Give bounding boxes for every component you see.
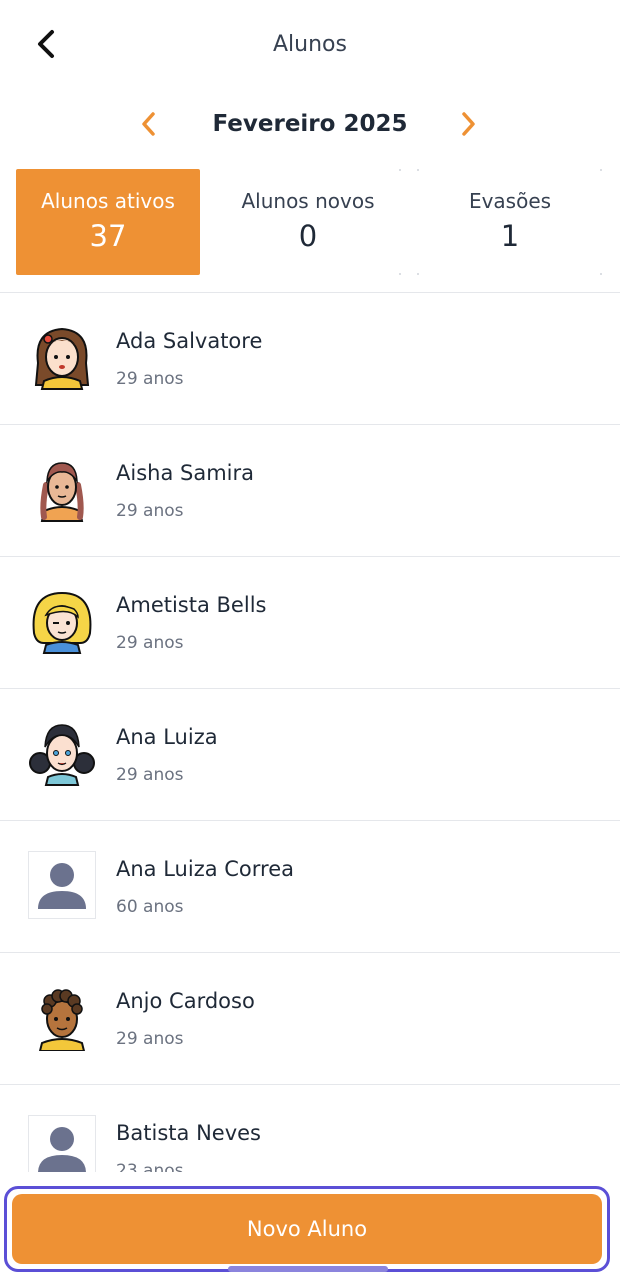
new-student-button-focus-ring: Novo Aluno [4,1186,610,1272]
student-name: Aisha Samira [116,461,254,485]
student-list[interactable]: Ada Salvatore 29 anos Aisha Samira 29 an… [0,292,620,1172]
student-name: Ana Luiza Correa [116,857,294,881]
avatar-curly-boy-icon [38,989,86,1052]
new-student-button[interactable]: Novo Aluno [12,1194,602,1264]
tab-new-students[interactable]: Alunos novos 0 [216,169,400,275]
home-indicator[interactable] [228,1266,388,1272]
divider-dot [417,273,419,275]
avatar-placeholder-icon [28,851,96,919]
student-name: Ametista Bells [116,593,267,617]
stat-value: 1 [500,219,520,253]
student-age: 29 anos [116,765,184,785]
stats-tabs: Alunos ativos 37 Alunos novos 0 Evasões … [16,169,604,275]
page-title: Alunos [273,32,347,57]
list-item[interactable]: Ana Luiza Correa 60 anos [0,821,620,953]
avatar [28,719,96,787]
list-item[interactable]: Batista Neves 23 anos [0,1085,620,1172]
stat-value: 0 [298,219,318,253]
avatar [28,1115,96,1172]
avatar-brown-hair-girl-icon [34,327,90,390]
student-age: 29 anos [116,1029,184,1049]
student-name: Anjo Cardoso [116,989,255,1013]
avatar [28,983,96,1052]
month-selector: Fevereiro 2025 [0,100,620,150]
avatar [28,323,96,391]
student-age: 23 anos [116,1161,184,1172]
divider-dot [600,169,602,171]
stat-value: 37 [89,219,127,253]
list-item[interactable]: Ana Luiza 29 anos [0,689,620,821]
list-item[interactable]: Ametista Bells 29 anos [0,557,620,689]
avatar [28,455,96,523]
month-label: Fevereiro 2025 [212,111,408,137]
divider-dot [399,169,401,171]
avatar-dark-hair-girl-icon [29,724,95,786]
tab-active-students[interactable]: Alunos ativos 37 [16,169,200,275]
divider-dot [600,273,602,275]
next-month-button[interactable] [453,108,485,140]
student-age: 29 anos [116,501,184,521]
student-age: 29 anos [116,369,184,389]
student-name: Batista Neves [116,1121,261,1145]
tab-dropouts[interactable]: Evasões 1 [418,169,602,275]
divider-dot [399,273,401,275]
stat-label: Alunos novos [241,189,375,213]
avatar-placeholder-icon [28,1115,96,1172]
stat-label: Evasões [468,189,552,213]
avatar-blonde-girl-icon [32,591,92,654]
avatar [28,851,96,919]
list-item[interactable]: Aisha Samira 29 anos [0,425,620,557]
student-name: Ana Luiza [116,725,218,749]
top-bar: Alunos [0,0,620,92]
divider-dot [417,169,419,171]
student-age: 60 anos [116,897,184,917]
stat-label: Alunos ativos [41,189,175,213]
list-item[interactable]: Anjo Cardoso 29 anos [0,953,620,1085]
student-name: Ada Salvatore [116,329,263,353]
chevron-right-icon [462,112,475,136]
avatar-braids-girl-icon [40,462,84,522]
list-item[interactable]: Ada Salvatore 29 anos [0,293,620,425]
avatar [28,587,96,655]
student-age: 29 anos [116,633,184,653]
